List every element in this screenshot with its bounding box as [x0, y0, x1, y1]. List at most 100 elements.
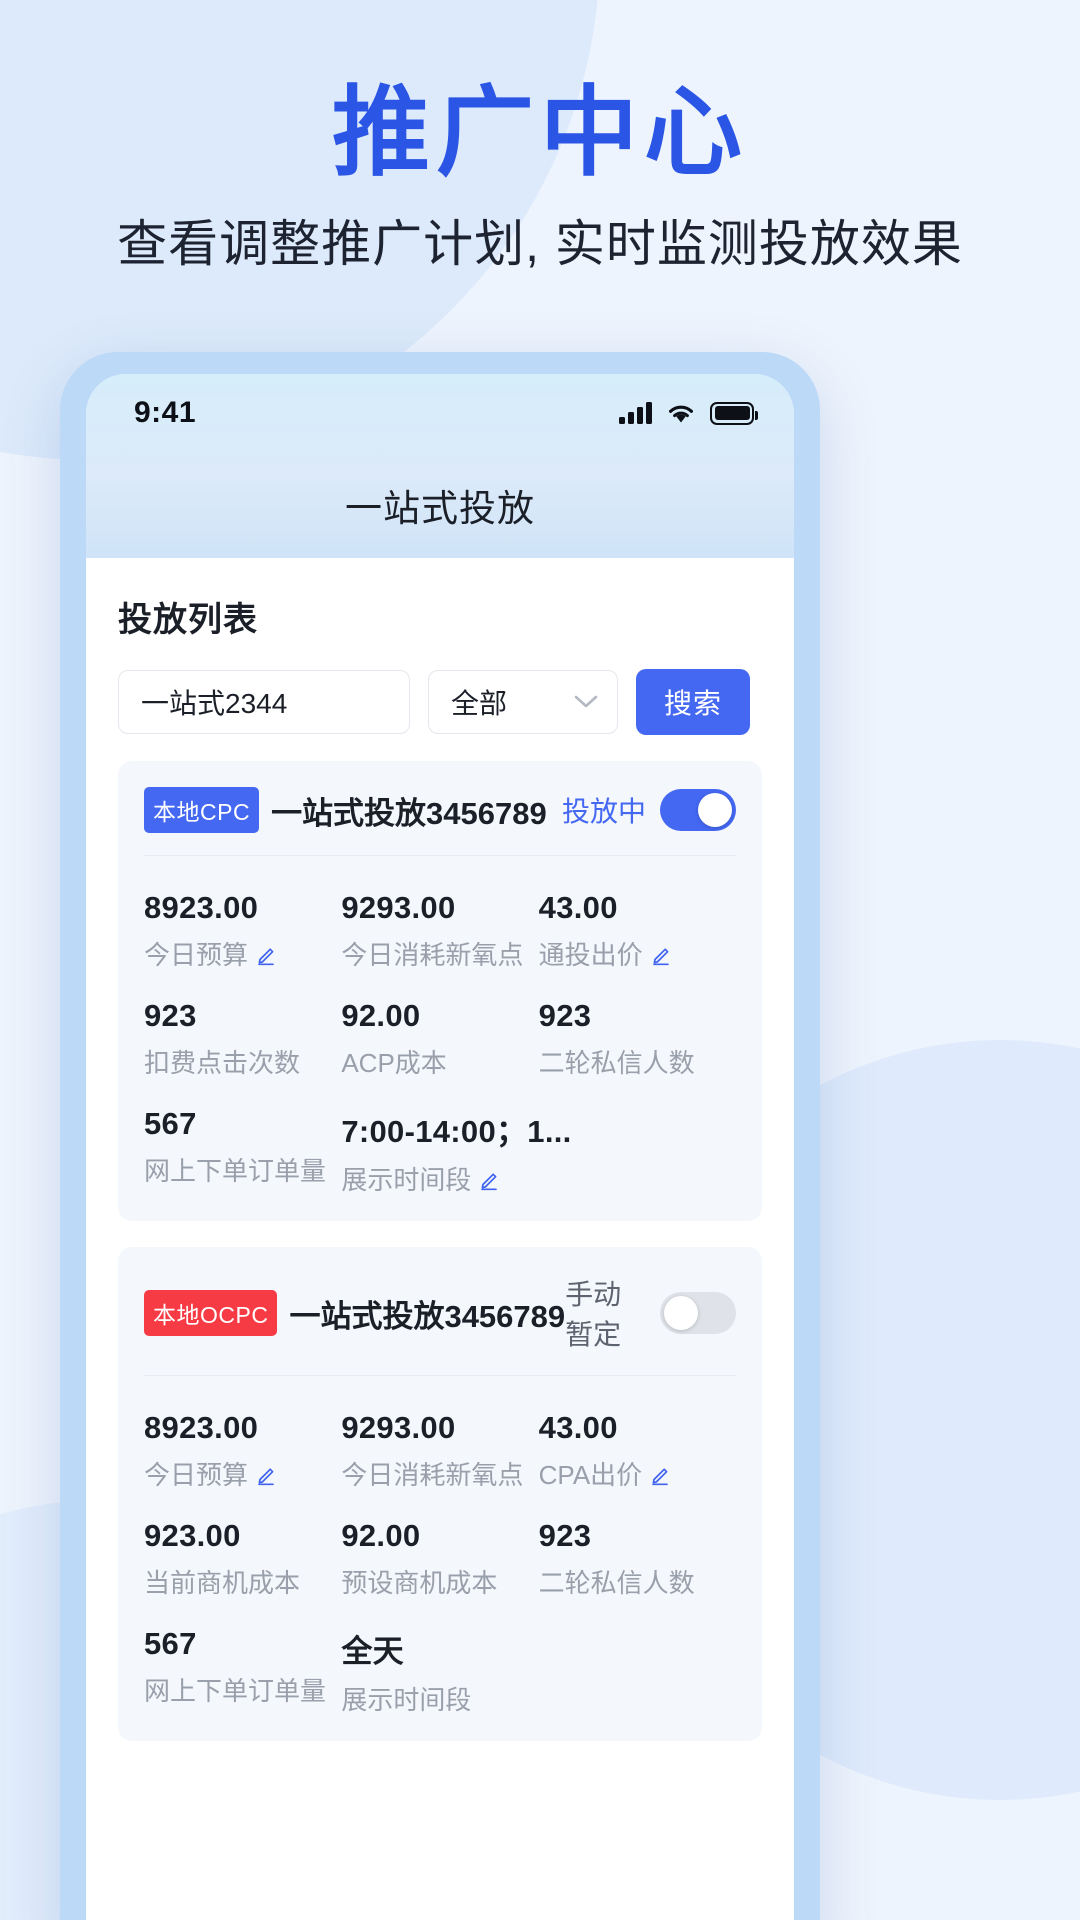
edit-pencil-icon[interactable]: [255, 942, 279, 966]
stat-label-row: 二轮私信人数: [539, 1563, 736, 1600]
stat-item: 92.00 ACP成本: [341, 972, 538, 1080]
stat-value: 全天: [341, 1634, 404, 1669]
stat-label: 预设商机成本: [341, 1568, 498, 1598]
stat-value: 7:00-14:00；1...: [341, 1114, 572, 1149]
stat-item: 923 二轮私信人数: [539, 972, 736, 1080]
stat-label: 展示时间段: [341, 1165, 472, 1195]
campaign-toggle-switch[interactable]: [660, 789, 736, 831]
campaign-type-badge: 本地OCPC: [144, 1290, 278, 1336]
stat-label-row: 当前商机成本: [144, 1563, 341, 1600]
stat-item: 923.00 当前商机成本: [144, 1492, 341, 1600]
stat-label-row: 扣费点击次数: [144, 1043, 341, 1080]
stat-value: 567: [144, 1106, 197, 1141]
page-subtitle: 查看调整推广计划, 实时监测投放效果: [117, 215, 963, 272]
campaign-card[interactable]: 本地OCPC 一站式投放3456789 手动暂定 8923.00 今日预算 9293.00…: [118, 1247, 762, 1741]
stat-label-row: CPA出价: [539, 1455, 736, 1492]
stat-label-row: 展示时间段: [341, 1160, 538, 1197]
stat-value: 9293.00: [341, 890, 456, 925]
phone-screen: 9:41 一站式投放 投放列表 一站式2344 全部 搜索 本地CPC 一站式投…: [86, 374, 794, 1920]
stat-label-row: ACP成本: [341, 1043, 538, 1080]
stat-value: 8923.00: [144, 1410, 259, 1445]
nav-bar: 一站式投放: [86, 452, 794, 558]
edit-pencil-icon[interactable]: [650, 942, 674, 966]
stat-item: 8923.00 今日预算: [144, 864, 341, 972]
stat-item: 567 网上下单订单量: [144, 1600, 341, 1717]
page-title: 推广中心: [331, 77, 748, 187]
stat-label-row: 网上下单订单量: [144, 1671, 341, 1708]
stat-label-row: 二轮私信人数: [539, 1043, 736, 1080]
stat-item: 43.00 CPA出价: [539, 1384, 736, 1492]
search-button[interactable]: 搜索: [636, 669, 750, 735]
hero-section: 推广中心 查看调整推广计划, 实时监测投放效果: [0, 0, 1080, 274]
campaign-toggle-switch[interactable]: [660, 1292, 736, 1334]
stat-item: 43.00 通投出价: [539, 864, 736, 972]
app-body: 投放列表 一站式2344 全部 搜索 本地CPC 一站式投放3456789 投放中 8…: [86, 558, 794, 1920]
campaign-card[interactable]: 本地CPC 一站式投放3456789 投放中 8923.00 今日预算 9293.00 今日…: [118, 761, 762, 1221]
stat-label: CPA出价: [538, 1460, 643, 1490]
campaign-status: 投放中: [562, 789, 736, 831]
stat-label-row: 今日消耗新氧点: [341, 935, 538, 972]
stat-label-row: 通投出价: [539, 935, 736, 972]
stat-label-row: 预设商机成本: [341, 1563, 538, 1600]
stat-label-row: 今日预算: [144, 1455, 341, 1492]
status-badge: 投放中: [561, 796, 646, 827]
stat-label-row: 展示时间段: [341, 1680, 538, 1717]
stat-label: 网上下单订单量: [144, 1676, 327, 1706]
stat-value: 923: [144, 998, 197, 1033]
campaign-stats-grid: 8923.00 今日预算 9293.00 今日消耗新氧点 43.00 通投出价 923 扣费点…: [144, 856, 736, 1197]
stat-value: 92.00: [341, 1518, 421, 1553]
stat-value: 8923.00: [144, 890, 259, 925]
campaign-card-header: 本地CPC 一站式投放3456789 投放中: [144, 761, 736, 856]
stat-label: 二轮私信人数: [538, 1568, 695, 1598]
chevron-down-icon: [573, 694, 599, 710]
stat-value: 567: [144, 1626, 197, 1661]
stat-item: 567 网上下单订单量: [144, 1080, 341, 1197]
stat-value: 92.00: [341, 998, 421, 1033]
edit-pencil-icon[interactable]: [255, 1462, 279, 1486]
phone-mockup: 9:41 一站式投放 投放列表 一站式2344 全部 搜索 本地CPC 一站式投…: [60, 352, 820, 1920]
edit-pencil-icon[interactable]: [478, 1167, 502, 1191]
stat-item: 923 扣费点击次数: [144, 972, 341, 1080]
stat-item: 8923.00 今日预算: [144, 1384, 341, 1492]
wifi-icon: [666, 402, 696, 424]
stat-value: 923: [538, 998, 592, 1033]
stat-label: 网上下单订单量: [144, 1156, 327, 1186]
stat-label: 今日消耗新氧点: [341, 1460, 524, 1490]
status-bar: 9:41: [86, 374, 794, 452]
stat-label: 今日消耗新氧点: [341, 940, 524, 970]
stat-item: 92.00 预设商机成本: [341, 1492, 538, 1600]
stat-item: 923 二轮私信人数: [539, 1492, 736, 1600]
status-badge: 手动暂定: [565, 1279, 622, 1350]
campaign-stats-grid: 8923.00 今日预算 9293.00 今日消耗新氧点 43.00 CPA出价 923.0…: [144, 1376, 736, 1717]
stat-label: 通投出价: [538, 940, 643, 970]
signal-icon: [619, 402, 652, 424]
stat-item: 7:00-14:00；1... 展示时间段: [341, 1080, 572, 1197]
campaign-name: 一站式投放3456789: [289, 1298, 566, 1334]
stat-label: 今日预算: [144, 1460, 249, 1490]
stat-value: 43.00: [538, 1410, 618, 1445]
status-filter-value: 全部: [451, 688, 508, 719]
stat-label-row: 网上下单订单量: [144, 1151, 341, 1188]
battery-icon: [710, 401, 758, 425]
stat-label: ACP成本: [341, 1048, 447, 1078]
stat-label: 今日预算: [144, 940, 249, 970]
stat-value: 9293.00: [341, 1410, 456, 1445]
stat-label-row: 今日消耗新氧点: [341, 1455, 538, 1492]
stat-label-row: 今日预算: [144, 935, 341, 972]
nav-title: 一站式投放: [345, 488, 535, 529]
stat-item: 9293.00 今日消耗新氧点: [341, 864, 538, 972]
campaign-type-badge: 本地CPC: [144, 787, 260, 833]
phone-header: 9:41 一站式投放: [86, 374, 794, 558]
stat-label: 二轮私信人数: [538, 1048, 695, 1078]
status-bar-time: 9:41: [134, 396, 197, 429]
search-input[interactable]: 一站式2344: [118, 670, 410, 734]
edit-pencil-icon[interactable]: [649, 1462, 673, 1486]
search-input-value: 一站式2344: [141, 688, 288, 719]
stat-value: 923: [538, 1518, 592, 1553]
status-filter-select[interactable]: 全部: [428, 670, 618, 734]
stat-item: 全天 展示时间段: [341, 1600, 538, 1717]
status-bar-indicators: [619, 401, 758, 425]
campaign-name: 一站式投放3456789: [271, 795, 547, 831]
search-row: 一站式2344 全部 搜索: [86, 641, 794, 735]
campaign-status: 手动暂定: [565, 1273, 736, 1353]
